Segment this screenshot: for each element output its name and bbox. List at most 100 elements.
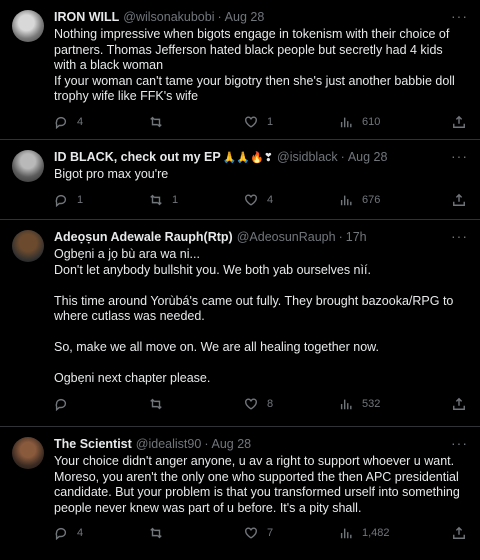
heart-icon xyxy=(245,115,257,128)
tweet-line: people never knew was part of u before. … xyxy=(54,500,362,515)
tweet-line: Bigot pro max you're xyxy=(54,167,169,181)
avatar[interactable] xyxy=(12,230,44,262)
tweet-line: Ogbẹni a jọ bù ara wa ni... xyxy=(54,247,200,261)
tweet-header: IRON WILL @wilsonakubobi · Aug 28 xyxy=(54,8,468,26)
more-options-icon[interactable]: ··· xyxy=(451,148,468,164)
author-name[interactable]: IRON WILL xyxy=(54,10,119,24)
tweet[interactable]: Adeọṣun Adewale Rauph(Rtp) @AdeosunRauph… xyxy=(0,220,480,427)
more-options-icon[interactable]: ··· xyxy=(451,8,468,24)
like-count: 8 xyxy=(267,397,274,410)
timestamp[interactable]: Aug 28 xyxy=(225,10,265,24)
separator-dot: · xyxy=(338,230,343,244)
paragraph-break xyxy=(54,278,468,294)
heart-icon xyxy=(245,193,257,206)
reply-count: 4 xyxy=(77,115,84,128)
reply-icon xyxy=(55,116,67,129)
tweet-text: Ogbẹni a jọ bù ara wa ni... Don't let an… xyxy=(54,247,468,387)
reply-count: 4 xyxy=(77,527,84,539)
views-chart-icon xyxy=(340,195,352,205)
reply-button[interactable]: 4 xyxy=(54,115,149,129)
like-button[interactable]: 1 xyxy=(244,115,339,129)
reply-button[interactable]: 1 xyxy=(54,193,149,207)
share-button[interactable] xyxy=(452,526,468,540)
tweet-line: Your choice didn't anger anyone, u av a … xyxy=(54,454,455,468)
author-handle[interactable]: @isidblack xyxy=(277,150,338,164)
author-handle[interactable]: @wilsonakubobi xyxy=(123,10,214,24)
tweet-header: Adeọṣun Adewale Rauph(Rtp) @AdeosunRauph… xyxy=(54,228,468,246)
views-button[interactable]: 532 xyxy=(339,397,435,411)
retweet-icon xyxy=(150,194,162,205)
share-button[interactable] xyxy=(452,115,468,129)
retweet-icon xyxy=(150,116,162,127)
separator-dot: · xyxy=(217,10,222,24)
timestamp[interactable]: 17h xyxy=(346,230,367,244)
view-count: 676 xyxy=(362,193,381,206)
tweet-line: This time around Yorùbá's came out fully… xyxy=(54,293,454,308)
tweet-header: The Scientist @idealist90 · Aug 28 xyxy=(54,435,468,453)
avatar[interactable] xyxy=(12,150,44,182)
author-name[interactable]: Adeọṣun Adewale Rauph(Rtp) xyxy=(54,230,233,244)
like-count: 7 xyxy=(267,527,274,539)
avatar[interactable] xyxy=(12,437,44,469)
tweet-line: Nothing impressive when bigots engage in… xyxy=(54,27,450,41)
tweet-text: Nothing impressive when bigots engage in… xyxy=(54,27,468,105)
retweet-button[interactable] xyxy=(149,115,244,129)
like-count: 4 xyxy=(267,193,274,206)
reply-count: 1 xyxy=(77,193,84,206)
reply-button[interactable]: 4 xyxy=(54,526,149,540)
like-button[interactable]: 4 xyxy=(244,193,339,207)
share-icon xyxy=(453,115,465,128)
share-button[interactable] xyxy=(452,397,468,411)
author-handle[interactable]: @AdeosunRauph xyxy=(237,230,336,244)
more-options-icon[interactable]: ··· xyxy=(451,435,468,451)
views-button[interactable]: 610 xyxy=(339,115,435,129)
separator-dot: · xyxy=(204,437,209,451)
retweet-button[interactable] xyxy=(149,526,244,540)
tweet-actions: 4 1 610 xyxy=(54,105,468,139)
views-chart-icon xyxy=(340,117,352,127)
views-chart-icon xyxy=(340,528,352,539)
tweet-actions: 4 7 1,482 xyxy=(54,516,468,550)
reply-icon xyxy=(55,194,67,207)
tweet[interactable]: IRON WILL @wilsonakubobi · Aug 28 ··· No… xyxy=(0,0,480,140)
more-options-icon[interactable]: ··· xyxy=(451,228,468,244)
separator-dot: · xyxy=(340,150,345,164)
tweet-line: Moreso, you aren't the only one who supp… xyxy=(54,469,459,484)
author-handle[interactable]: @idealist90 xyxy=(136,437,202,451)
author-name[interactable]: ID BLACK, check out my EP xyxy=(54,150,221,164)
share-icon xyxy=(453,193,465,206)
retweet-button[interactable]: 1 xyxy=(149,193,244,207)
views-chart-icon xyxy=(340,399,352,409)
views-button[interactable]: 1,482 xyxy=(339,526,435,540)
view-count: 610 xyxy=(362,115,381,128)
view-count: 1,482 xyxy=(362,527,390,539)
like-button[interactable]: 8 xyxy=(244,397,339,411)
paragraph-break xyxy=(54,356,468,372)
tweet-text: Your choice didn't anger anyone, u av a … xyxy=(54,454,468,516)
reply-icon xyxy=(55,398,67,411)
heart-icon xyxy=(245,527,257,539)
tweet-actions: 1 1 4 676 xyxy=(54,183,468,217)
retweet-button[interactable] xyxy=(149,397,244,411)
reply-button[interactable] xyxy=(54,397,149,411)
avatar[interactable] xyxy=(12,10,44,42)
share-icon xyxy=(453,397,465,410)
timestamp[interactable]: Aug 28 xyxy=(211,437,251,451)
tweet-line: So, make we all move on. We are all heal… xyxy=(54,340,379,354)
tweet[interactable]: The Scientist @idealist90 · Aug 28 ··· Y… xyxy=(0,427,480,560)
tweet-line: Ogbẹni next chapter please. xyxy=(54,371,211,385)
share-icon xyxy=(453,526,465,539)
like-button[interactable]: 7 xyxy=(244,526,339,540)
timestamp[interactable]: Aug 28 xyxy=(348,150,388,164)
tweet-text: Bigot pro max you're xyxy=(54,167,468,183)
name-emoji: 🙏🙏🔥❣ xyxy=(222,151,274,164)
author-name[interactable]: The Scientist xyxy=(54,437,132,451)
tweet-line: If your woman can't tame your bigotry th… xyxy=(54,73,455,88)
reply-icon xyxy=(55,527,67,540)
heart-icon xyxy=(245,397,257,410)
views-button[interactable]: 676 xyxy=(339,193,435,207)
tweet-line: partners. Thomas Jefferson hated black p… xyxy=(54,42,443,57)
share-button[interactable] xyxy=(452,193,468,207)
paragraph-break xyxy=(54,325,468,341)
tweet[interactable]: ID BLACK, check out my EP 🙏🙏🔥❣ @isidblac… xyxy=(0,140,480,220)
